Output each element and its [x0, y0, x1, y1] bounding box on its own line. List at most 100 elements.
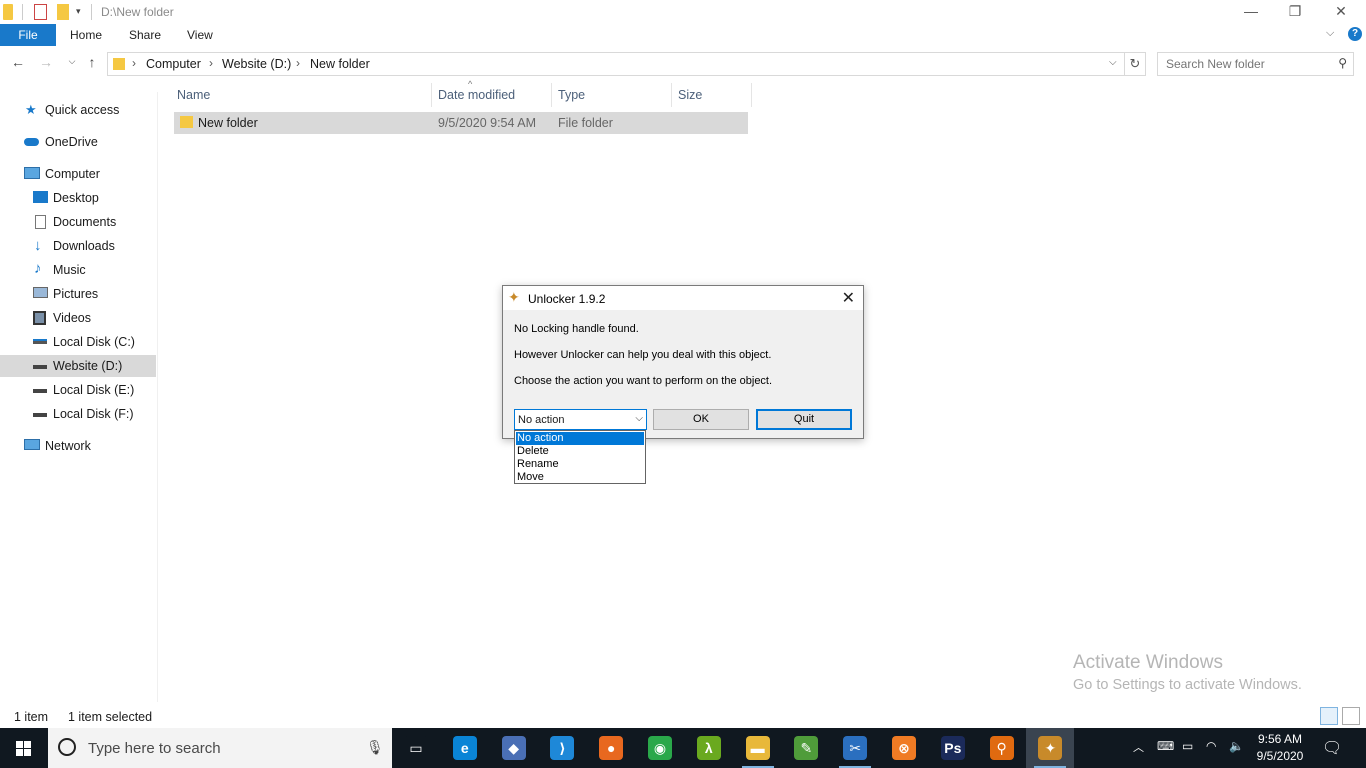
- breadcrumb-website-d[interactable]: Website (D:): [222, 57, 291, 71]
- option-no-action[interactable]: No action: [516, 432, 644, 445]
- chevron-right-icon[interactable]: ›: [296, 56, 300, 70]
- large-icons-view-icon[interactable]: [1342, 707, 1360, 725]
- nav-local-disk-c[interactable]: Local Disk (C:): [0, 331, 156, 353]
- column-header-name[interactable]: Name: [172, 83, 432, 107]
- search-box[interactable]: ⚲: [1157, 52, 1354, 76]
- dialog-close-icon[interactable]: ✕: [842, 288, 855, 308]
- customize-toolbar-icon[interactable]: ▾: [76, 6, 84, 22]
- microphone-icon[interactable]: 🎙: [366, 739, 384, 756]
- status-bar: 1 item 1 item selected: [0, 708, 1366, 728]
- search-input[interactable]: [1166, 53, 1336, 75]
- refresh-icon[interactable]: ↻: [1125, 52, 1146, 76]
- forward-arrow-icon[interactable]: →: [36, 54, 56, 70]
- nav-quick-access[interactable]: ★ Quick access: [0, 99, 156, 121]
- nav-computer[interactable]: Computer: [0, 163, 156, 185]
- taskbar-app-explorer[interactable]: ▬: [734, 728, 782, 768]
- column-header-size[interactable]: Size: [673, 83, 752, 107]
- nav-website-d[interactable]: Website (D:): [0, 355, 156, 377]
- taskbar-app-git[interactable]: ◆: [490, 728, 538, 768]
- properties-icon[interactable]: [34, 4, 47, 20]
- ok-button[interactable]: OK: [653, 409, 749, 430]
- taskbar-app-edge[interactable]: e: [441, 728, 489, 768]
- nav-local-disk-f[interactable]: Local Disk (F:): [0, 403, 156, 425]
- address-bar[interactable]: › Computer › Website (D:) › New folder ⌵: [107, 52, 1125, 76]
- navigation-row: ← → ⌵ ↑ › Computer › Website (D:) › New …: [0, 50, 1366, 78]
- close-button[interactable]: ✕: [1318, 0, 1364, 24]
- activate-windows-subtitle: Go to Settings to activate Windows.: [1073, 677, 1302, 693]
- nav-music[interactable]: ♪ Music: [0, 259, 156, 281]
- nav-desktop[interactable]: Desktop: [0, 187, 156, 209]
- option-delete[interactable]: Delete: [516, 445, 644, 458]
- column-header-date-modified[interactable]: Date modified: [433, 83, 552, 107]
- restore-button[interactable]: ❐: [1272, 0, 1318, 24]
- battery-icon[interactable]: ▭: [1182, 739, 1193, 753]
- help-icon[interactable]: ?: [1348, 27, 1362, 41]
- title-bar: ▾ D:\New folder — ❐ ✕: [0, 0, 1366, 24]
- git-icon: ◆: [501, 736, 526, 760]
- chevron-right-icon[interactable]: ›: [132, 56, 136, 70]
- clock-time: 9:56 AM: [1257, 732, 1303, 746]
- quit-button[interactable]: Quit: [756, 409, 852, 430]
- start-button[interactable]: [0, 728, 48, 768]
- vscode-icon: ⟩: [550, 736, 575, 760]
- taskbar-app-task-view[interactable]: ▭: [392, 728, 440, 768]
- taskbar-app-photoshop[interactable]: Ps: [929, 728, 977, 768]
- option-rename[interactable]: Rename: [516, 458, 644, 471]
- back-arrow-icon[interactable]: ←: [8, 54, 28, 70]
- taskbar-app-vscode[interactable]: ⟩: [538, 728, 586, 768]
- tab-view[interactable]: View: [187, 24, 213, 46]
- computer-icon: [24, 167, 40, 179]
- action-select[interactable]: No action ⌵: [514, 409, 647, 430]
- keyboard-icon[interactable]: ⌨: [1157, 739, 1174, 753]
- windows-drive-icon: [33, 339, 47, 344]
- up-arrow-icon[interactable]: ↑: [82, 54, 102, 70]
- taskbar-search[interactable]: Type here to search 🎙: [48, 728, 392, 768]
- chevron-down-icon[interactable]: ⌵: [1109, 57, 1117, 68]
- nav-pictures[interactable]: Pictures: [0, 283, 156, 305]
- dialog-title-bar: ✦ Unlocker 1.9.2 ✕: [503, 286, 863, 310]
- nav-documents[interactable]: Documents: [0, 211, 156, 233]
- nav-network[interactable]: Network: [0, 435, 156, 457]
- column-header-type[interactable]: Type: [553, 83, 672, 107]
- breadcrumb-new-folder[interactable]: New folder: [310, 57, 370, 71]
- nav-onedrive[interactable]: OneDrive: [0, 131, 156, 153]
- window-title: D:\New folder: [101, 5, 174, 19]
- taskbar-app-snip[interactable]: ✂: [831, 728, 879, 768]
- chevron-down-icon[interactable]: ⌵: [635, 413, 643, 424]
- chevron-right-icon[interactable]: ›: [209, 56, 213, 70]
- network-icon: [24, 439, 40, 450]
- breadcrumb-computer[interactable]: Computer: [146, 57, 201, 71]
- tab-share[interactable]: Share: [129, 24, 161, 46]
- nav-videos[interactable]: Videos: [0, 307, 156, 329]
- dialog-message-3: Choose the action you want to perform on…: [514, 375, 773, 387]
- new-folder-icon[interactable]: [57, 4, 69, 20]
- volume-muted-icon[interactable]: 🔈: [1229, 739, 1244, 753]
- recent-locations-icon[interactable]: ⌵: [62, 56, 82, 67]
- tab-home[interactable]: Home: [70, 24, 102, 46]
- nav-downloads[interactable]: ↓ Downloads: [0, 235, 156, 257]
- details-view-icon[interactable]: [1320, 707, 1338, 725]
- taskbar-app-search-tool[interactable]: ⚲: [978, 728, 1026, 768]
- search-icon[interactable]: ⚲: [1338, 56, 1347, 70]
- unlocker-dialog: ✦ Unlocker 1.9.2 ✕ No Locking handle fou…: [502, 285, 864, 439]
- nav-label: Network: [45, 439, 91, 453]
- taskbar-app-chrome[interactable]: ◉: [636, 728, 684, 768]
- tab-file[interactable]: File: [0, 24, 56, 46]
- taskbar-app-notepad[interactable]: ✎: [782, 728, 830, 768]
- table-row[interactable]: New folder 9/5/2020 9:54 AM File folder: [174, 112, 748, 134]
- minimize-button[interactable]: —: [1228, 0, 1274, 24]
- option-move[interactable]: Move: [516, 471, 644, 484]
- taskbar-app-xampp[interactable]: ⊗: [880, 728, 928, 768]
- chevron-up-icon[interactable]: ︿: [1133, 739, 1144, 755]
- taskbar-app-firefox[interactable]: ●: [587, 728, 635, 768]
- nav-label: Quick access: [45, 103, 120, 117]
- nav-local-disk-e[interactable]: Local Disk (E:): [0, 379, 156, 401]
- taskbar-app-lambda[interactable]: λ: [685, 728, 733, 768]
- expand-ribbon-icon[interactable]: ⌵: [1326, 27, 1334, 40]
- notification-icon[interactable]: 🗨: [1322, 738, 1342, 758]
- wifi-icon[interactable]: ◠: [1206, 739, 1216, 753]
- edge-icon: e: [452, 736, 477, 760]
- clock[interactable]: 9:56 AM 9/5/2020: [1254, 731, 1306, 765]
- nav-label: Computer: [45, 167, 100, 181]
- taskbar-app-unlocker[interactable]: ✦: [1026, 728, 1075, 768]
